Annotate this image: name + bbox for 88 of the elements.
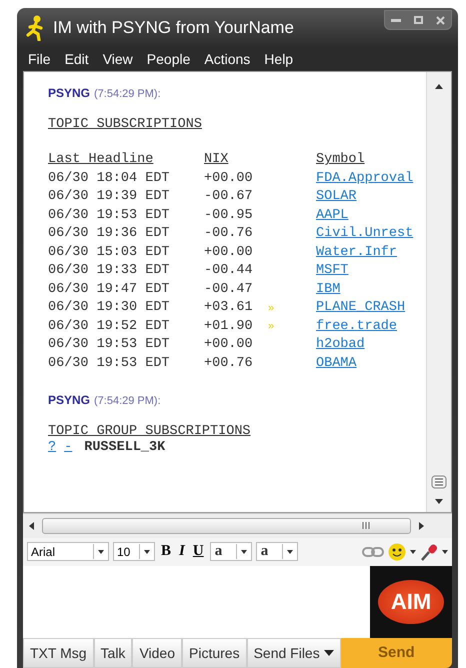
- caret-icon: [286, 550, 293, 554]
- menu-item[interactable]: Actions: [197, 50, 258, 67]
- caret-icon: [98, 550, 104, 554]
- highlight-button[interactable]: a: [256, 542, 298, 562]
- message-time: (7:54:29 PM):: [94, 88, 161, 100]
- aim-logo: AIM: [378, 580, 444, 624]
- group-link[interactable]: ?: [48, 440, 56, 456]
- rising-marker: »: [268, 320, 274, 332]
- caret-icon: [324, 650, 334, 656]
- symbol-link[interactable]: Water.Infr: [316, 244, 398, 260]
- nix-value: -00.76: [204, 226, 254, 242]
- column-header: NIX: [204, 152, 230, 168]
- vertical-scrollbar[interactable]: [426, 72, 451, 512]
- scrollbar-thumb[interactable]: [42, 518, 411, 534]
- symbol-link[interactable]: PLANE_CRASH: [316, 300, 406, 316]
- message-heading: TOPIC SUBSCRIPTIONS: [48, 116, 203, 132]
- caret-icon[interactable]: [442, 550, 448, 554]
- nix-value: +00.00: [204, 337, 254, 352]
- action-button[interactable]: Talk: [94, 638, 132, 668]
- headline-time: 06/30 19:39 EDT: [48, 189, 171, 204]
- group-name: RUSSELL_3K: [84, 440, 166, 456]
- nix-value: +00.00: [204, 170, 254, 186]
- nix-value: -00.47: [204, 282, 254, 297]
- headline-time: 06/30 19:52 EDT: [48, 318, 171, 334]
- nix-value: +01.90: [204, 318, 254, 334]
- scroll-up-icon: [435, 84, 443, 89]
- message-heading: TOPIC GROUP SUBSCRIPTIONS: [48, 424, 252, 439]
- action-button[interactable]: Pictures: [182, 638, 247, 668]
- bold-button[interactable]: B: [159, 543, 174, 560]
- caret-icon[interactable]: [410, 550, 416, 554]
- caret-icon: [144, 550, 150, 554]
- close-icon: [436, 16, 444, 24]
- column-header: Last Headline: [48, 152, 154, 168]
- minimize-icon: [391, 18, 401, 22]
- menu-item[interactable]: Edit: [58, 50, 96, 67]
- action-button[interactable]: TXT Msg: [23, 638, 94, 668]
- headline-time: 06/30 19:53 EDT: [48, 356, 171, 371]
- headline-time: 06/30 19:53 EDT: [48, 337, 171, 352]
- grip-icon: [362, 522, 370, 530]
- menu-item[interactable]: Help: [257, 50, 300, 67]
- nix-value: +03.61: [204, 300, 254, 316]
- symbol-link[interactable]: OBAMA: [316, 356, 357, 371]
- symbol-link[interactable]: IBM: [316, 282, 340, 297]
- headline-time: 06/30 19:33 EDT: [48, 263, 171, 278]
- headline-time: 06/30 18:04 EDT: [48, 170, 171, 186]
- group-link[interactable]: -: [64, 440, 72, 456]
- symbol-link[interactable]: free.trade: [316, 318, 398, 334]
- scroll-right-icon: [419, 522, 424, 530]
- symbol-link[interactable]: Civil.Unrest: [316, 226, 414, 242]
- font-select[interactable]: Arial: [27, 542, 109, 562]
- size-select[interactable]: 10: [113, 542, 155, 562]
- menu-item[interactable]: File: [21, 50, 58, 67]
- nix-value: -00.44: [204, 263, 254, 278]
- italic-button[interactable]: I: [177, 543, 187, 560]
- horizontal-scrollbar[interactable]: [23, 512, 452, 538]
- symbol-link[interactable]: AAPL: [316, 208, 348, 223]
- menu-item[interactable]: View: [96, 50, 140, 67]
- headline-time: 06/30 19:30 EDT: [48, 300, 171, 316]
- symbol-link[interactable]: SOLAR: [316, 189, 357, 204]
- headline-time: 06/30 19:47 EDT: [48, 282, 171, 297]
- menu-item[interactable]: People: [140, 50, 198, 67]
- microphone-icon[interactable]: [420, 542, 438, 561]
- nix-value: +00.76: [204, 356, 254, 371]
- nix-value: -00.67: [204, 189, 254, 204]
- list-icon: [431, 474, 447, 489]
- headline-time: 06/30 19:53 EDT: [48, 208, 171, 223]
- scroll-left-icon: [29, 522, 34, 530]
- message-time: (7:54:29 PM):: [94, 394, 161, 407]
- headline-time: 06/30 15:03 EDT: [48, 244, 171, 260]
- nix-value: +00.00: [204, 244, 254, 260]
- sender-name: PSYNG: [48, 392, 90, 407]
- smiley-icon[interactable]: [388, 542, 406, 561]
- headline-time: 06/30 19:36 EDT: [48, 226, 171, 242]
- underline-button[interactable]: U: [190, 543, 206, 560]
- action-button[interactable]: Video: [132, 638, 182, 668]
- rising-marker: »: [268, 302, 274, 314]
- action-button[interactable]: Send Files: [246, 638, 341, 668]
- maximize-icon: [414, 16, 422, 24]
- text-color-button[interactable]: a: [210, 542, 252, 562]
- symbol-link[interactable]: FDA.Approval: [316, 170, 414, 186]
- column-header: Symbol: [316, 152, 366, 168]
- symbol-link[interactable]: h2obad: [316, 337, 365, 352]
- nix-value: -00.95: [204, 208, 254, 223]
- window-title: IM with PSYNG from YourName: [53, 18, 294, 38]
- symbol-link[interactable]: MSFT: [316, 263, 348, 278]
- scroll-down-icon: [435, 498, 443, 504]
- caret-icon: [240, 550, 247, 554]
- sender-name: PSYNG: [48, 86, 90, 100]
